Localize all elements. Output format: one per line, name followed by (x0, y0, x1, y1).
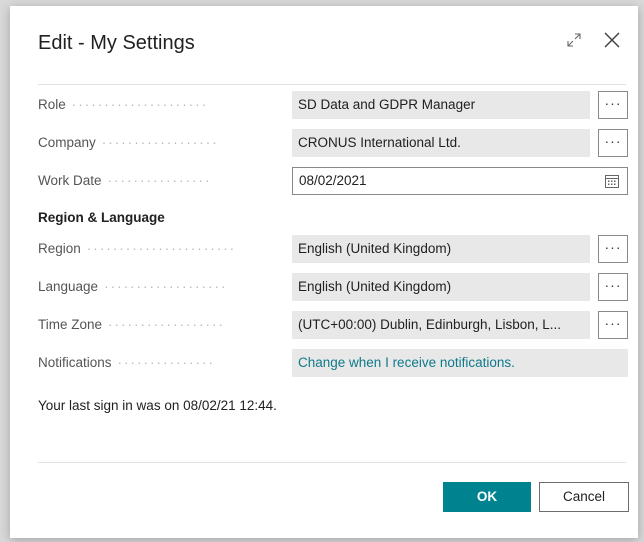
notifications-row: Notifications ··············· Change when… (38, 349, 628, 377)
close-icon[interactable] (600, 28, 624, 52)
notifications-label: Notifications ··············· (38, 355, 215, 370)
time-zone-label: Time Zone ·················· (38, 317, 225, 332)
language-label: Language ··················· (38, 279, 228, 294)
region-label: Region ······················· (38, 241, 237, 256)
calendar-icon[interactable] (605, 174, 619, 188)
role-lookup-button[interactable]: ··· (598, 91, 628, 119)
last-sign-in-text: Your last sign in was on 08/02/21 12:44. (38, 398, 277, 413)
cancel-button[interactable]: Cancel (539, 482, 629, 512)
company-label: Company ·················· (38, 135, 219, 150)
title-actions (562, 28, 624, 52)
time-zone-field[interactable]: (UTC+00:00) Dublin, Edinburgh, Lisbon, L… (292, 311, 590, 339)
work-date-input[interactable]: 08/02/2021 (292, 167, 628, 195)
company-field[interactable]: CRONUS International Ltd. (292, 129, 590, 157)
company-lookup-button[interactable]: ··· (598, 129, 628, 157)
region-row: Region ······················· English (U… (38, 235, 628, 263)
language-row: Language ··················· English (Uni… (38, 273, 628, 301)
settings-dialog: Edit - My Settings Role ·················… (10, 6, 638, 538)
header-divider (38, 84, 626, 85)
time-zone-lookup-button[interactable]: ··· (598, 311, 628, 339)
region-lookup-button[interactable]: ··· (598, 235, 628, 263)
work-date-label: Work Date ················ (38, 173, 212, 188)
role-field[interactable]: SD Data and GDPR Manager (292, 91, 590, 119)
dialog-title: Edit - My Settings (38, 32, 195, 54)
company-row: Company ·················· CRONUS Interna… (38, 129, 628, 157)
region-field[interactable]: English (United Kingdom) (292, 235, 590, 263)
time-zone-row: Time Zone ·················· (UTC+00:00) … (38, 311, 628, 339)
footer-divider (38, 462, 626, 463)
ok-button[interactable]: OK (443, 482, 531, 512)
expand-icon[interactable] (562, 28, 586, 52)
language-field[interactable]: English (United Kingdom) (292, 273, 590, 301)
work-date-row: Work Date ················ 08/02/2021 (38, 167, 628, 195)
role-label: Role ····················· (38, 97, 209, 112)
work-date-value: 08/02/2021 (299, 173, 367, 188)
region-language-heading: Region & Language (38, 210, 165, 225)
role-row: Role ····················· SD Data and GD… (38, 91, 628, 119)
notifications-link[interactable]: Change when I receive notifications. (292, 349, 628, 377)
language-lookup-button[interactable]: ··· (598, 273, 628, 301)
